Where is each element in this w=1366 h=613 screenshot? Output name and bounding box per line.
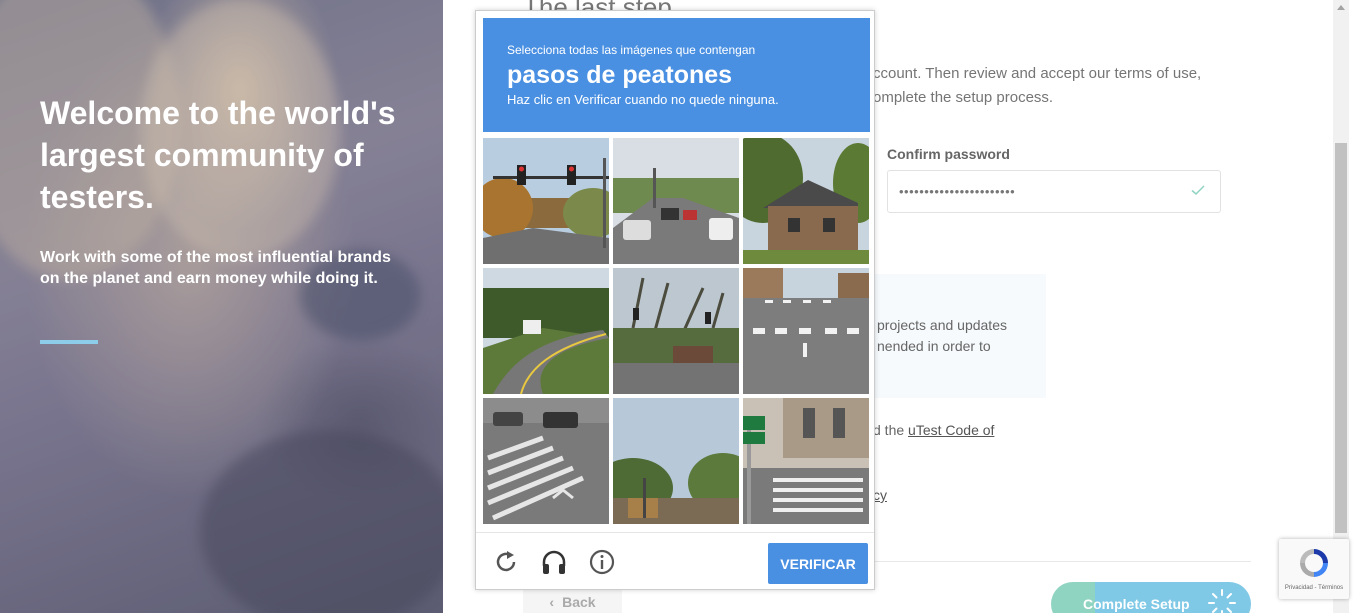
captcha-tile-9[interactable] <box>743 398 869 524</box>
curved-road-image <box>483 268 609 394</box>
captcha-header: Selecciona todas las imágenes que conten… <box>483 18 870 132</box>
back-label: Back <box>562 594 596 610</box>
headphones-icon[interactable] <box>540 548 568 576</box>
captcha-tile-7[interactable] <box>483 398 609 524</box>
chevron-left-icon: ‹ <box>549 594 555 610</box>
crosswalk-sign-image <box>743 398 869 524</box>
complete-setup-label: Complete Setup <box>1083 596 1190 612</box>
code-of-conduct-link[interactable]: uTest Code of <box>908 422 994 438</box>
captcha-footer: VERIFICAR <box>476 532 874 589</box>
hero-title: Welcome to the world's largest community… <box>40 95 396 215</box>
confirm-password-value: ••••••••••••••••••••••• <box>899 184 1016 199</box>
confirm-password-label: Confirm password <box>887 146 1010 162</box>
hero-subtitle: Work with some of the most influential b… <box>40 249 391 287</box>
check-icon <box>1191 185 1205 196</box>
crosswalk-street-image <box>743 268 869 394</box>
recaptcha-logo-icon <box>1300 549 1328 577</box>
code-of-conduct-prefix: d the <box>873 422 909 438</box>
complete-setup-button[interactable]: Complete Setup <box>1051 582 1251 613</box>
verify-button[interactable]: VERIFICAR <box>768 543 868 584</box>
captcha-tile-2[interactable] <box>613 138 739 264</box>
captcha-target: pasos de peatones <box>507 61 733 89</box>
reload-icon[interactable] <box>492 548 520 576</box>
crosswalk-corner-image <box>483 398 609 524</box>
page-scrollbar[interactable] <box>1333 0 1349 613</box>
back-button[interactable]: ‹ Back <box>523 589 622 613</box>
code-of-conduct-text: d the uTest Code of <box>873 422 994 438</box>
road-with-trees-image <box>613 268 739 394</box>
badge-links[interactable]: Privacidad - Términos <box>1279 585 1349 591</box>
spinner-icon <box>1208 589 1236 613</box>
info-text: projects and updates nended in order to <box>877 317 1007 354</box>
captcha-tile-3[interactable] <box>743 138 869 264</box>
captcha-tile-6[interactable] <box>743 268 869 394</box>
street-with-cars-image <box>613 138 739 264</box>
confirm-password-field[interactable]: ••••••••••••••••••••••• <box>887 170 1221 213</box>
policy-link[interactable]: cy <box>873 487 887 503</box>
scroll-up-arrow[interactable] <box>1337 5 1345 10</box>
info-icon[interactable] <box>588 548 616 576</box>
captcha-grid <box>483 138 870 525</box>
hero-panel: Welcome to the world's largest community… <box>0 0 443 613</box>
recaptcha-badge[interactable]: Privacidad - Términos <box>1279 539 1349 599</box>
scroll-thumb[interactable] <box>1335 143 1347 533</box>
info-box: projects and updates nended in order to <box>873 274 1046 398</box>
captcha-tile-8[interactable] <box>613 398 739 524</box>
intro-text: ccount. Then review and accept our terms… <box>873 65 1202 106</box>
captcha-hint: Haz clic en Verificar cuando no quede ni… <box>507 92 779 107</box>
trees-road-image <box>613 398 739 524</box>
traffic-lights-image <box>483 138 609 264</box>
captcha-challenge: Selecciona todas las imágenes que conten… <box>475 10 875 590</box>
captcha-tile-5[interactable] <box>613 268 739 394</box>
captcha-tile-1[interactable] <box>483 138 609 264</box>
brick-house-image <box>743 138 869 264</box>
captcha-tile-4[interactable] <box>483 268 609 394</box>
hero-divider <box>40 340 98 344</box>
captcha-instruction: Selecciona todas las imágenes que conten… <box>507 43 756 57</box>
